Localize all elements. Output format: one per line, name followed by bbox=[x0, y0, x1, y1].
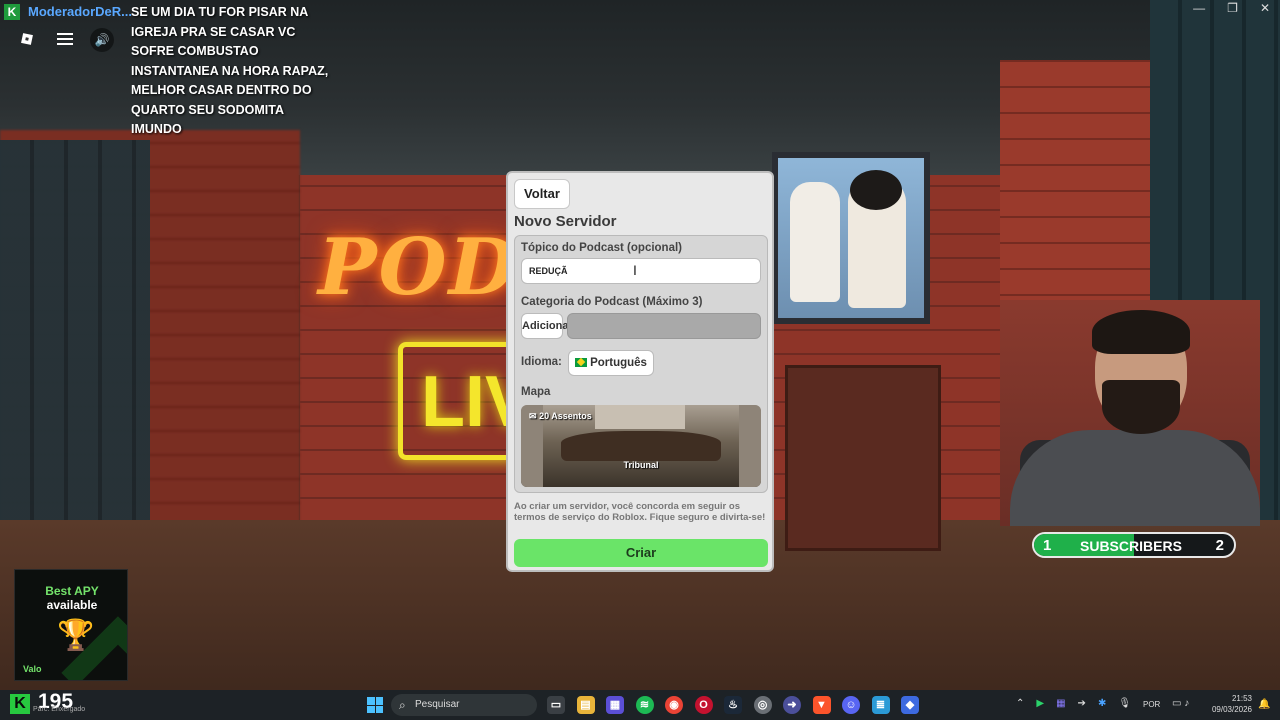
restore-icon[interactable]: ❐ bbox=[1227, 1, 1238, 15]
category-list bbox=[567, 313, 761, 339]
language-value: Português bbox=[590, 357, 647, 369]
viewer-sub: Parc. Enxergado bbox=[33, 706, 86, 713]
close-icon[interactable]: ✕ bbox=[1260, 1, 1270, 15]
trophy-icon: 🏆 bbox=[57, 619, 95, 652]
roblox-topbar: 🔊 bbox=[14, 28, 114, 52]
create-button[interactable]: Criar bbox=[514, 539, 768, 567]
hamburger-icon[interactable] bbox=[52, 28, 78, 50]
brave-icon[interactable]: ▼ bbox=[812, 696, 831, 714]
ad-banner[interactable]: Best APY available 🏆 Valo bbox=[14, 569, 128, 681]
map-seats: ✉ 20 Assentos bbox=[529, 411, 592, 421]
ad-subline: available bbox=[46, 598, 98, 612]
bluetooth-icon[interactable]: ✱ bbox=[1098, 698, 1106, 709]
chrome-icon[interactable]: ◉ bbox=[665, 696, 683, 714]
dialog-title: Novo Servidor bbox=[514, 213, 617, 230]
task-view-icon[interactable]: ▭ bbox=[547, 696, 565, 714]
neon-live-sign: LIV bbox=[398, 342, 533, 460]
clock-date: 09/03/2026 bbox=[1211, 705, 1252, 714]
app-grid-icon[interactable]: ▦ bbox=[606, 696, 624, 714]
webcam-overlay bbox=[1000, 300, 1260, 526]
subscribers-goal: 2 bbox=[1215, 537, 1224, 554]
roblox-menu-icon[interactable] bbox=[14, 28, 40, 50]
category-label: Categoria do Podcast (Máximo 3) bbox=[521, 296, 703, 308]
taskbar-search[interactable]: ⌕ Pesquisar bbox=[391, 694, 537, 716]
chat-message: SE UM DIA TU FOR PISAR NA IGREJA PRA SE … bbox=[131, 5, 329, 136]
map-label: Mapa bbox=[521, 386, 551, 398]
search-icon: ⌕ bbox=[399, 698, 406, 712]
window-controls: — ❐ ✕ bbox=[1193, 1, 1270, 15]
terms-text: Ao criar um servidor, você concorda em s… bbox=[514, 501, 766, 523]
discord-icon[interactable]: ☺ bbox=[842, 696, 860, 714]
tray-app-icon[interactable]: ▦ bbox=[1056, 698, 1065, 709]
text-cursor-icon: I bbox=[633, 262, 637, 278]
spotify-icon[interactable]: ≋ bbox=[635, 696, 654, 714]
kick-logo-icon: K bbox=[10, 694, 30, 714]
wall-poster bbox=[772, 152, 930, 324]
language-select[interactable]: Português bbox=[568, 350, 654, 376]
network-volume-icons[interactable]: ▭ ♪ bbox=[1172, 698, 1189, 709]
taskbar-apps: ▭ ▤ ▦ ≋ ◉ O ♨ ◎ ➜ ▼ ☺ ≣ ◆ bbox=[547, 696, 919, 714]
opera-icon[interactable]: O bbox=[694, 696, 713, 714]
file-explorer-icon[interactable]: ▤ bbox=[576, 696, 595, 714]
map-name: Tribunal bbox=[623, 460, 659, 470]
minimize-icon[interactable]: — bbox=[1193, 1, 1205, 15]
add-category-button[interactable]: Adicionar bbox=[521, 313, 573, 339]
server-settings-panel: Tópico do Podcast (opcional) REDUÇÃ I Ca… bbox=[514, 235, 768, 493]
subscribers-label: SUBSCRIBERS bbox=[1080, 538, 1182, 554]
notification-icon[interactable]: 🔔 bbox=[1258, 699, 1270, 710]
microphone-icon[interactable]: 🎙 bbox=[1118, 698, 1131, 709]
clock-time: 21:53 bbox=[1231, 694, 1252, 703]
chevron-up-icon[interactable]: ⌃ bbox=[1016, 698, 1024, 709]
play-icon[interactable]: ▶ bbox=[1036, 698, 1044, 709]
arrow-app-icon[interactable]: ➜ bbox=[783, 696, 801, 714]
obs-icon[interactable]: ◎ bbox=[753, 696, 772, 714]
brazil-flag-icon bbox=[575, 358, 588, 367]
taskbar: K 195 Parc. Enxergado ⌕ Pesquisar ▭ ▤ ▦ … bbox=[0, 690, 1280, 720]
windows-start-icon[interactable] bbox=[367, 697, 383, 713]
subscribers-current: 1 bbox=[1043, 537, 1052, 554]
subscribers-goal-bar: 1 SUBSCRIBERS 2 bbox=[1032, 532, 1236, 558]
forward-icon[interactable]: ➔ bbox=[1078, 698, 1086, 709]
map-card-tribunal[interactable]: ✉ 20 Assentos Tribunal bbox=[521, 405, 761, 487]
ad-headline: Best APY bbox=[45, 584, 99, 598]
chat-username: ModeradorDeR... bbox=[28, 4, 133, 19]
studio-door bbox=[785, 365, 941, 551]
topic-input[interactable]: REDUÇÃ bbox=[521, 258, 761, 284]
new-server-dialog: Voltar Novo Servidor Tópico do Podcast (… bbox=[506, 171, 774, 572]
seat-icon: ✉ bbox=[529, 411, 537, 421]
kick-icon: K bbox=[4, 4, 20, 20]
input-language[interactable]: POR bbox=[1143, 700, 1160, 709]
topic-label: Tópico do Podcast (opcional) bbox=[521, 242, 682, 254]
speaker-icon[interactable]: 🔊 bbox=[90, 28, 114, 52]
system-clock[interactable]: 21:53 09/03/2026 bbox=[1208, 693, 1252, 715]
system-tray: ⌃ ▶ ▦ ➔ ✱ 🎙 bbox=[1016, 698, 1131, 709]
roblox-taskbar-icon[interactable]: ◆ bbox=[901, 696, 919, 714]
steam-icon[interactable]: ♨ bbox=[724, 696, 742, 714]
notes-icon[interactable]: ≣ bbox=[871, 696, 890, 714]
language-label: Idioma: bbox=[521, 356, 562, 368]
back-button[interactable]: Voltar bbox=[514, 179, 570, 209]
ad-brand: Valo bbox=[23, 664, 42, 674]
